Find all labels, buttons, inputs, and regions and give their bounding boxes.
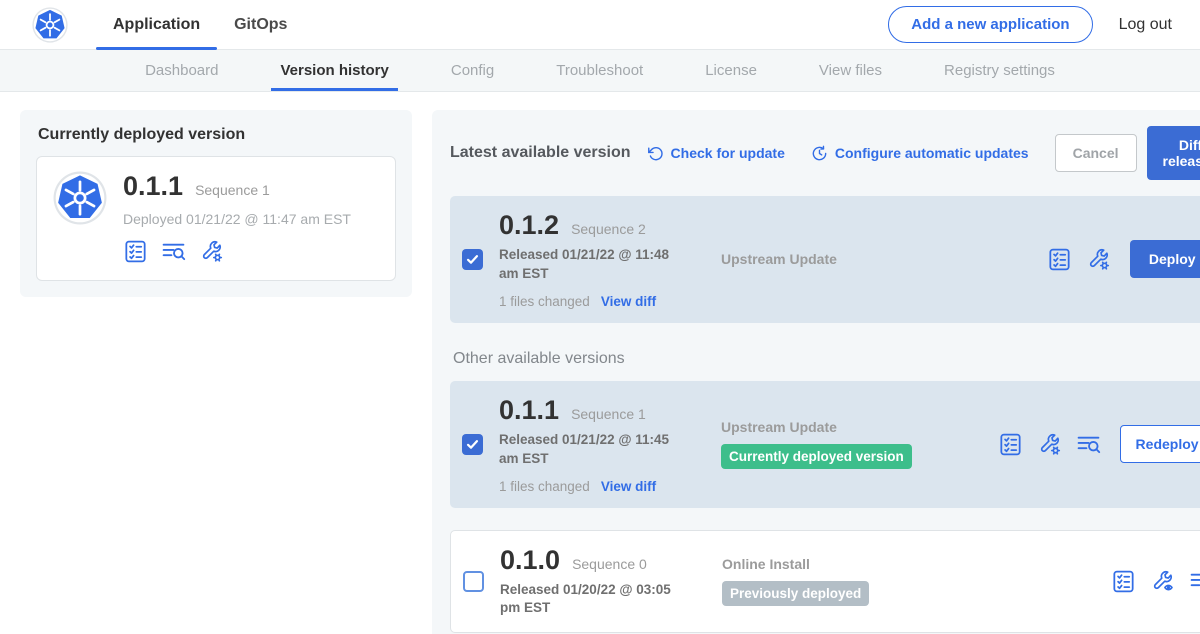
sequence-label: Sequence 1 (571, 406, 646, 422)
version-number: 0.1.2 (499, 210, 559, 241)
version-actions: Redeploy (998, 425, 1200, 463)
tab-config[interactable]: Config (451, 50, 494, 91)
sequence-label: Sequence 2 (571, 221, 646, 237)
currently-deployed-card: Currently deployed version 0.1.1 Sequenc… (20, 110, 412, 297)
topnav-tab-label: GitOps (234, 16, 287, 34)
version-checkbox[interactable] (462, 249, 483, 270)
logout-link[interactable]: Log out (1119, 16, 1172, 34)
deployed-version-info: 0.1.1 Sequence 1 Deployed 01/21/22 @ 11:… (123, 171, 351, 264)
view-diff-link[interactable]: View diff (601, 479, 656, 494)
check-icon (466, 438, 479, 451)
app-kubernetes-logo-icon (53, 171, 107, 225)
kubernetes-logo-icon (32, 7, 68, 43)
tab-view-files[interactable]: View files (819, 50, 882, 91)
preflight-checklist-icon[interactable] (1111, 569, 1136, 594)
row-spacer (450, 508, 1200, 530)
available-versions-panel: Latest available version Check for updat… (432, 110, 1200, 634)
source-label: Upstream Update (721, 419, 998, 435)
source-label: Online Install (722, 556, 1111, 572)
topnav-tab-gitops[interactable]: GitOps (217, 0, 304, 50)
latest-available-title: Latest available version (450, 144, 631, 162)
edit-config-wrench-gear-icon[interactable] (1037, 432, 1062, 457)
view-diff-link[interactable]: View diff (601, 294, 656, 309)
topnav-tab-label: Application (113, 16, 200, 34)
edit-config-wrench-gear-icon[interactable] (1086, 247, 1111, 272)
top-nav: Application GitOps Add a new application… (0, 0, 1200, 50)
deployed-version-card: 0.1.1 Sequence 1 Deployed 01/21/22 @ 11:… (36, 156, 396, 281)
source-label: Upstream Update (721, 251, 1047, 267)
version-info: 0.1.1 Sequence 1 Released 01/21/22 @ 11:… (499, 395, 707, 494)
version-number: 0.1.0 (500, 545, 560, 576)
version-source: Online Install Previously deployed (708, 556, 1111, 606)
deploy-logs-icon[interactable] (161, 239, 186, 264)
sequence-label: Sequence 0 (572, 556, 647, 572)
tab-troubleshoot[interactable]: Troubleshoot (556, 50, 643, 91)
configure-automatic-updates-link[interactable]: Configure automatic updates (811, 145, 1029, 162)
tab-registry-settings[interactable]: Registry settings (944, 50, 1055, 91)
view-config-wrench-eye-icon[interactable] (1150, 569, 1175, 594)
preflight-checklist-icon[interactable] (123, 239, 148, 264)
preflight-checklist-icon[interactable] (998, 432, 1023, 457)
redeploy-button[interactable]: Redeploy (1120, 425, 1200, 463)
version-info: 0.1.2 Sequence 2 Released 01/21/22 @ 11:… (499, 210, 707, 309)
check-icon (466, 253, 479, 266)
topnav-tab-application[interactable]: Application (96, 0, 217, 50)
version-source: Upstream Update Currently deployed versi… (707, 419, 998, 469)
version-info: 0.1.0 Sequence 0 Released 01/20/22 @ 03:… (500, 545, 708, 619)
version-checkbox[interactable] (463, 571, 484, 592)
version-checkbox[interactable] (462, 434, 483, 455)
tab-dashboard[interactable]: Dashboard (145, 50, 218, 91)
deployed-sequence-label: Sequence 1 (195, 182, 270, 198)
released-timestamp: Released 01/21/22 @ 11:48 am EST (499, 246, 689, 284)
deploy-logs-icon[interactable] (1189, 569, 1200, 594)
refresh-icon (647, 145, 664, 162)
version-row-0-1-0: 0.1.0 Sequence 0 Released 01/20/22 @ 03:… (450, 530, 1200, 634)
available-versions-header: Latest available version Check for updat… (450, 126, 1200, 180)
currently-deployed-title: Currently deployed version (38, 126, 396, 144)
released-timestamp: Released 01/20/22 @ 03:05 pm EST (500, 581, 690, 619)
deployed-version-number: 0.1.1 (123, 171, 183, 202)
add-new-application-button[interactable]: Add a new application (888, 6, 1092, 43)
version-actions: Deploy (1047, 240, 1200, 278)
currently-deployed-badge: Currently deployed version (721, 444, 912, 469)
files-changed-label: 1 files changed (499, 479, 590, 494)
deploy-logs-icon[interactable] (1076, 432, 1101, 457)
version-row-0-1-2: 0.1.2 Sequence 2 Released 01/21/22 @ 11:… (450, 196, 1200, 323)
tab-license[interactable]: License (705, 50, 757, 91)
released-timestamp: Released 01/21/22 @ 11:45 am EST (499, 431, 689, 469)
diff-releases-button[interactable]: Diff releases (1147, 126, 1200, 180)
files-changed-label: 1 files changed (499, 294, 590, 309)
cancel-button[interactable]: Cancel (1055, 134, 1137, 172)
version-actions (1111, 569, 1200, 594)
tab-version-history[interactable]: Version history (280, 50, 388, 91)
main-content: Currently deployed version 0.1.1 Sequenc… (0, 92, 1200, 634)
app-sub-nav: Dashboard Version history Config Trouble… (0, 50, 1200, 92)
check-for-update-link[interactable]: Check for update (647, 145, 785, 162)
edit-config-wrench-gear-icon[interactable] (199, 239, 224, 264)
version-source: Upstream Update (707, 251, 1047, 267)
deployed-timestamp: Deployed 01/21/22 @ 11:47 am EST (123, 211, 351, 227)
version-row-0-1-1: 0.1.1 Sequence 1 Released 01/21/22 @ 11:… (450, 381, 1200, 508)
previously-deployed-badge: Previously deployed (722, 581, 869, 606)
deploy-button[interactable]: Deploy (1130, 240, 1200, 278)
version-number: 0.1.1 (499, 395, 559, 426)
other-available-versions-title: Other available versions (453, 350, 1200, 368)
schedule-clock-icon (811, 145, 828, 162)
preflight-checklist-icon[interactable] (1047, 247, 1072, 272)
